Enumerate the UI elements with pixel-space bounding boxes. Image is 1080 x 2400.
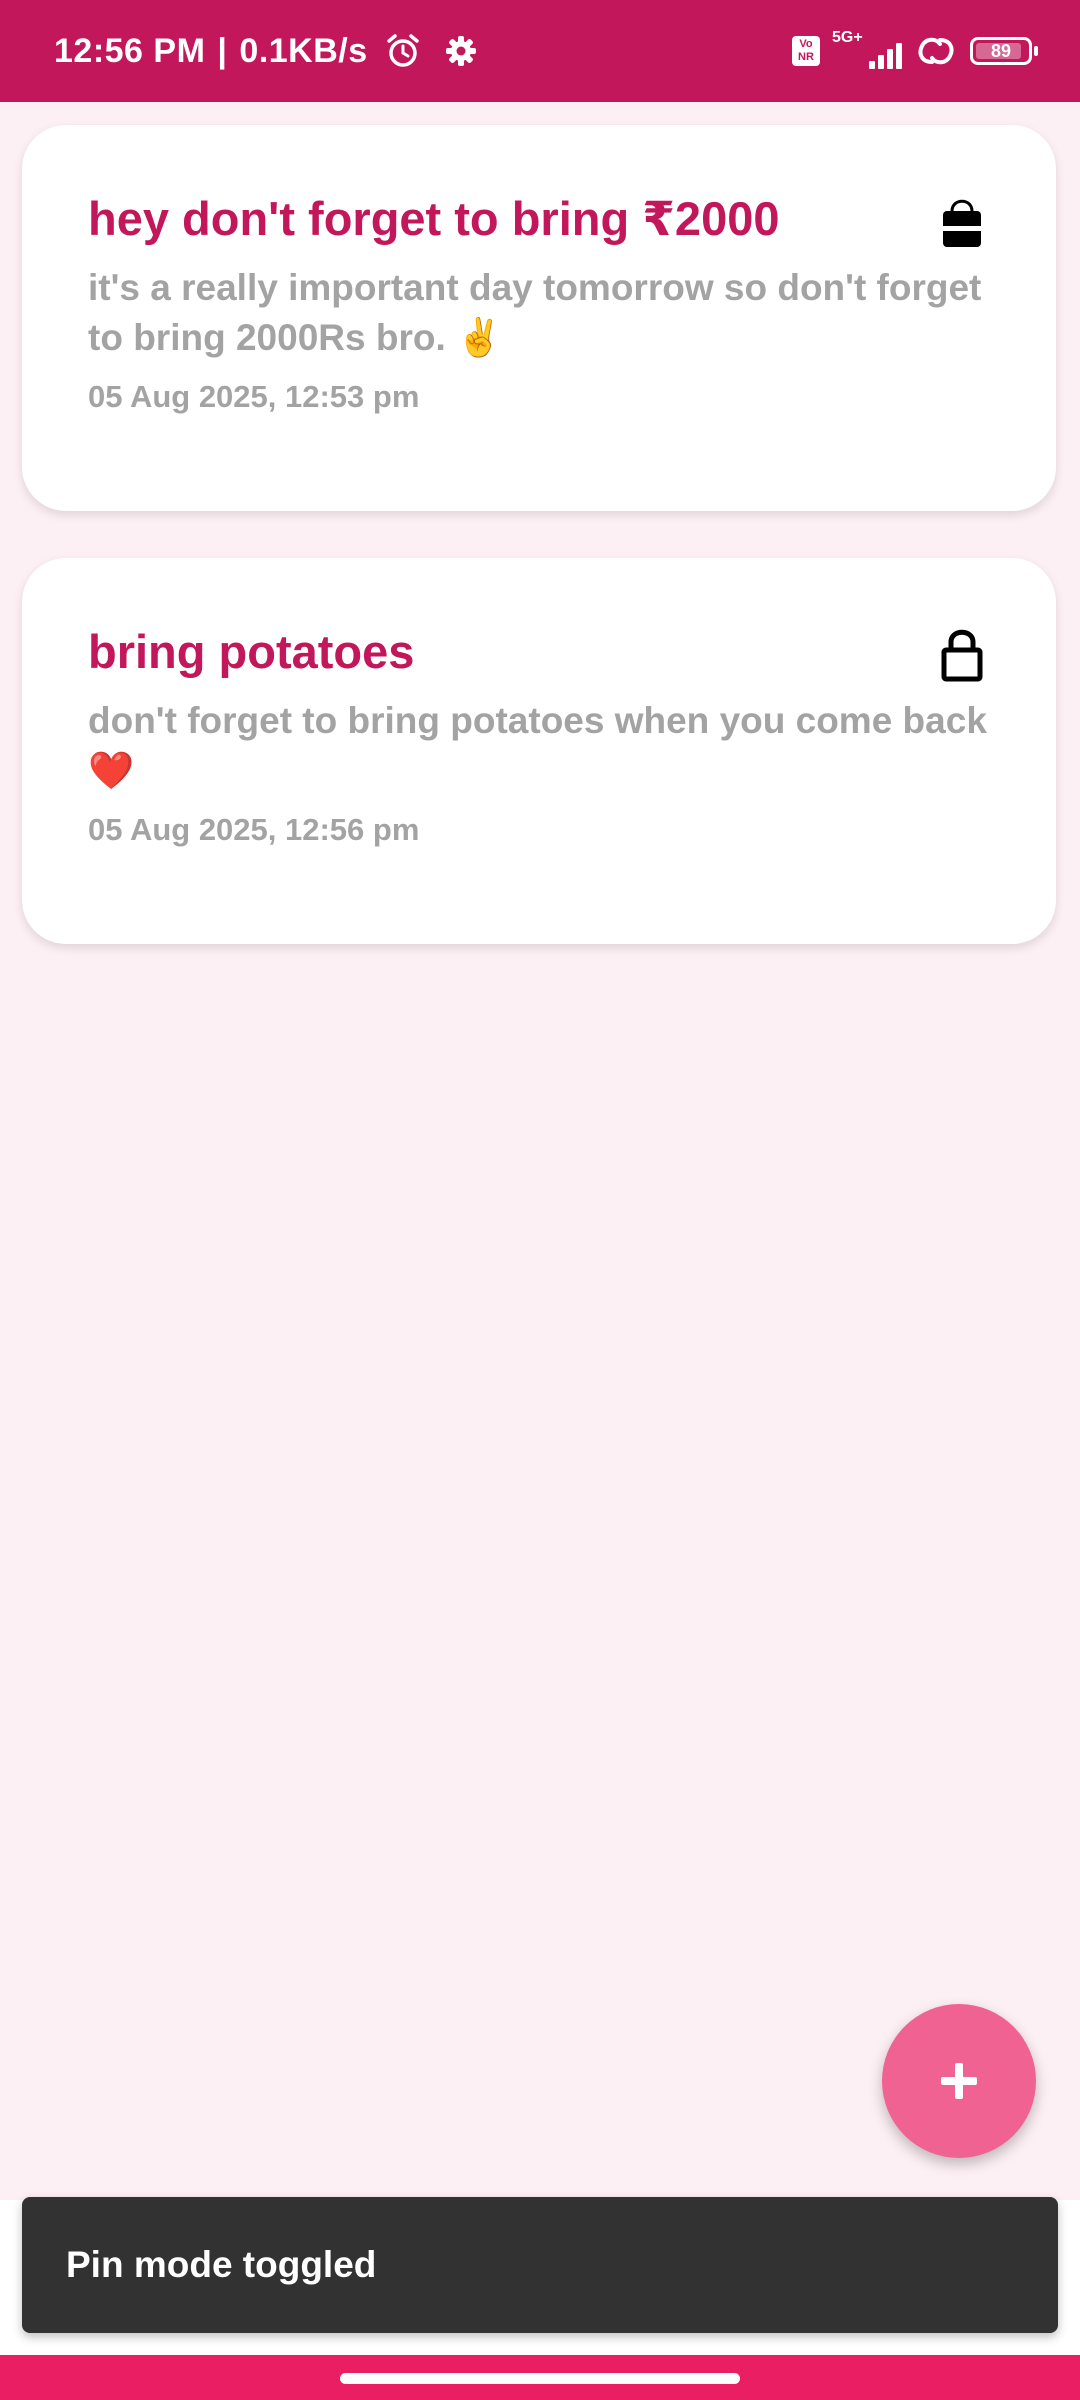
unlocked-lock-icon[interactable] xyxy=(940,193,984,249)
network-speed: 0.1KB/s xyxy=(239,31,368,70)
network-type-label: 5G+ xyxy=(832,29,863,46)
note-card[interactable]: hey don't forget to bring ₹2000 it's a r… xyxy=(22,125,1056,511)
note-card[interactable]: bring potatoes don't forget to bring pot… xyxy=(22,558,1056,944)
status-right: Vo NR 5G+ 89 xyxy=(792,0,1040,102)
signal-bar xyxy=(869,61,875,69)
home-gesture-handle[interactable] xyxy=(340,2373,740,2384)
note-body: don't forget to bring potatoes when you … xyxy=(88,700,987,791)
note-title: hey don't forget to bring ₹2000 xyxy=(88,192,780,245)
signal-bar xyxy=(896,43,902,69)
note-title: bring potatoes xyxy=(88,625,415,678)
volte-top-label: Vo xyxy=(799,38,813,50)
battery-level: 89 xyxy=(990,40,1012,61)
plus-icon xyxy=(941,2063,977,2099)
alarm-icon xyxy=(386,34,419,67)
snackbar-message: Pin mode toggled xyxy=(66,2244,377,2285)
cellular-signal-icon: 5G+ xyxy=(832,29,902,73)
signal-bars xyxy=(869,43,902,69)
snackbar: Pin mode toggled xyxy=(22,2197,1058,2333)
note-date: 05 Aug 2025, 12:53 pm xyxy=(88,379,420,414)
battery-icon: 89 xyxy=(970,37,1038,65)
add-note-button[interactable] xyxy=(882,2004,1036,2158)
note-date: 05 Aug 2025, 12:56 pm xyxy=(88,812,420,847)
volte-badge: Vo NR xyxy=(792,36,820,66)
signal-bar xyxy=(878,55,884,69)
locked-lock-icon[interactable] xyxy=(940,626,984,682)
note-body: it's a really important day tomorrow so … xyxy=(88,267,982,358)
status-bar: 12:56 PM | 0.1KB/s Vo NR 5G+ 89 xyxy=(0,0,1080,102)
navigation-bar xyxy=(0,2355,1080,2400)
status-left: 12:56 PM | 0.1KB/s xyxy=(54,0,478,102)
settings-gear-icon xyxy=(445,36,476,66)
link-icon xyxy=(918,37,954,65)
status-separator: | xyxy=(217,31,228,70)
status-time: 12:56 PM xyxy=(54,31,206,70)
volte-bottom-label: NR xyxy=(798,51,814,63)
signal-bar xyxy=(887,49,893,69)
